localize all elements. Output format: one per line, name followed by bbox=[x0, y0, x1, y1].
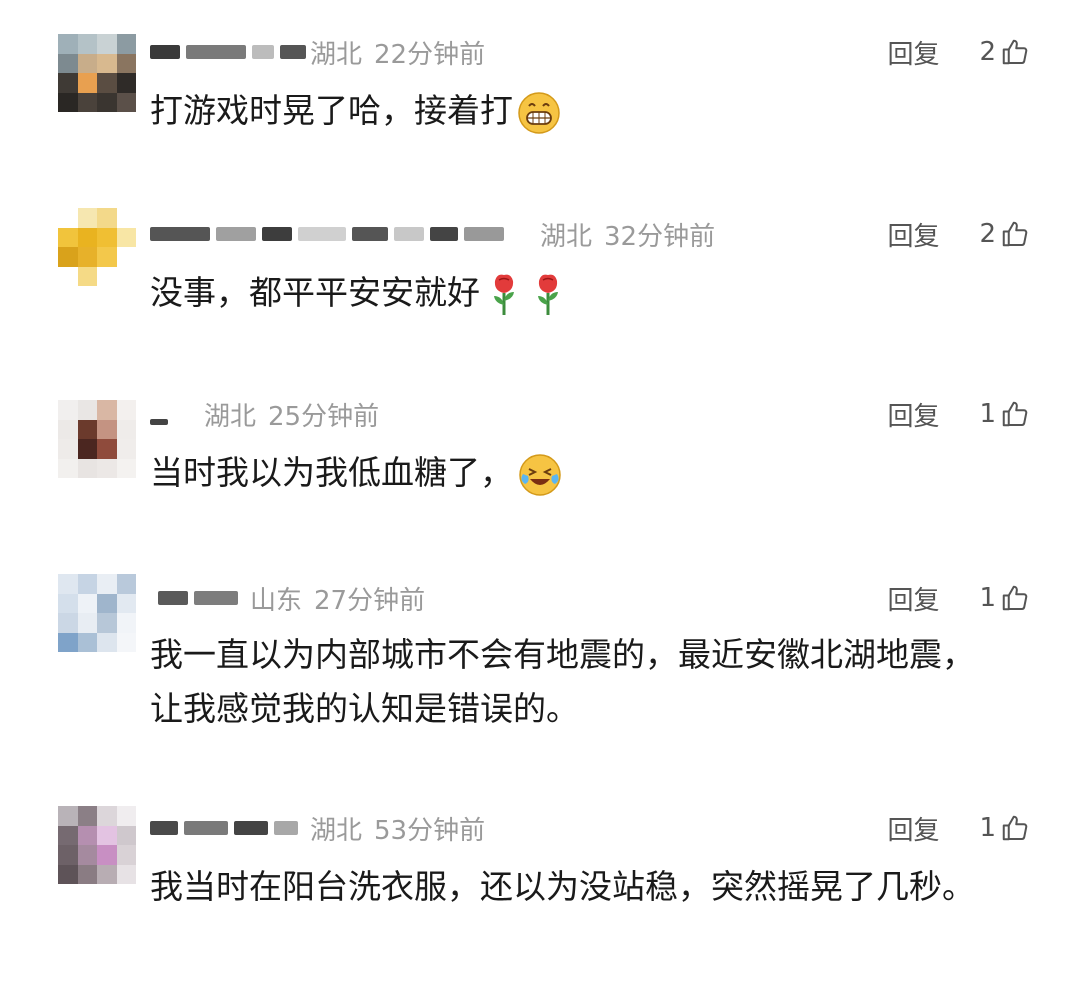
timestamp: 32分钟前 bbox=[604, 221, 716, 252]
comment-actions: 回复 1 bbox=[887, 808, 1030, 848]
grin-emoji bbox=[518, 91, 560, 134]
comment-meta: 山东 27分钟前 bbox=[250, 578, 425, 618]
timestamp: 22分钟前 bbox=[374, 39, 486, 70]
thumbs-up-icon bbox=[1002, 585, 1028, 611]
avatar[interactable] bbox=[58, 806, 136, 884]
comment-text: 我当时在阳台洗衣服，还以为没站稳，突然摇晃了几秒。 bbox=[150, 860, 1000, 914]
like-button[interactable]: 1 bbox=[979, 399, 1030, 429]
avatar[interactable] bbox=[58, 208, 136, 286]
comment-actions: 回复 1 bbox=[887, 578, 1030, 618]
reply-button[interactable]: 回复 bbox=[887, 34, 939, 71]
avatar[interactable] bbox=[58, 34, 136, 112]
username-blurred[interactable] bbox=[158, 578, 238, 618]
comment-meta: 湖北 22分钟前 bbox=[310, 32, 485, 72]
comment-body: 我一直以为内部城市不会有地震的，最近安徽北湖地震，让我感觉我的认知是错误的。 bbox=[150, 635, 975, 728]
comment-body: 打游戏时晃了哈，接着打 bbox=[150, 91, 513, 130]
comment-text: 我一直以为内部城市不会有地震的，最近安徽北湖地震，让我感觉我的认知是错误的。 bbox=[150, 628, 1000, 736]
thumbs-up-icon bbox=[1002, 221, 1028, 247]
comment-actions: 回复 2 bbox=[887, 32, 1030, 72]
laugh-cry-emoji bbox=[519, 453, 561, 496]
reply-button[interactable]: 回复 bbox=[887, 810, 939, 847]
comment-body: 当时我以为我低血糖了， bbox=[150, 453, 513, 492]
like-button[interactable]: 2 bbox=[979, 219, 1030, 249]
comment-meta: 湖北 25分钟前 bbox=[204, 394, 379, 434]
location: 湖北 bbox=[310, 815, 363, 846]
username-blurred[interactable] bbox=[150, 32, 306, 72]
location: 湖北 bbox=[310, 39, 363, 70]
comment-text: 没事，都平平安安就好 bbox=[150, 266, 1010, 320]
like-count: 2 bbox=[979, 37, 996, 67]
like-button[interactable]: 1 bbox=[979, 583, 1030, 613]
location: 山东 bbox=[250, 585, 303, 616]
like-count: 1 bbox=[979, 399, 996, 429]
like-button[interactable]: 1 bbox=[979, 813, 1030, 843]
timestamp: 53分钟前 bbox=[374, 815, 486, 846]
reply-button[interactable]: 回复 bbox=[887, 396, 939, 433]
thumbs-up-icon bbox=[1002, 401, 1028, 427]
timestamp: 27分钟前 bbox=[314, 585, 426, 616]
comment-body: 没事，都平平安安就好 bbox=[150, 273, 480, 312]
comment-body: 我当时在阳台洗衣服，还以为没站稳，突然摇晃了几秒。 bbox=[150, 867, 975, 906]
rose-emoji bbox=[538, 274, 558, 315]
like-count: 1 bbox=[979, 583, 996, 613]
comment-meta: 湖北 32分钟前 bbox=[540, 214, 715, 254]
like-count: 2 bbox=[979, 219, 996, 249]
comment-actions: 回复 1 bbox=[887, 394, 1030, 434]
comment-meta: 湖北 53分钟前 bbox=[310, 808, 485, 848]
comment-text: 当时我以为我低血糖了， bbox=[150, 446, 1010, 500]
location: 湖北 bbox=[540, 221, 593, 252]
like-count: 1 bbox=[979, 813, 996, 843]
comment-text: 打游戏时晃了哈，接着打 bbox=[150, 84, 1010, 138]
rose-emoji bbox=[494, 274, 514, 315]
username-blurred[interactable] bbox=[150, 808, 298, 848]
reply-button[interactable]: 回复 bbox=[887, 216, 939, 253]
comment-actions: 回复 2 bbox=[887, 214, 1030, 254]
timestamp: 25分钟前 bbox=[268, 401, 380, 432]
username-blurred[interactable] bbox=[150, 214, 504, 254]
reply-button[interactable]: 回复 bbox=[887, 580, 939, 617]
username-blurred[interactable] bbox=[150, 394, 168, 434]
thumbs-up-icon bbox=[1002, 815, 1028, 841]
avatar[interactable] bbox=[58, 574, 136, 652]
thumbs-up-icon bbox=[1002, 39, 1028, 65]
location: 湖北 bbox=[204, 401, 257, 432]
avatar[interactable] bbox=[58, 400, 136, 478]
like-button[interactable]: 2 bbox=[979, 37, 1030, 67]
